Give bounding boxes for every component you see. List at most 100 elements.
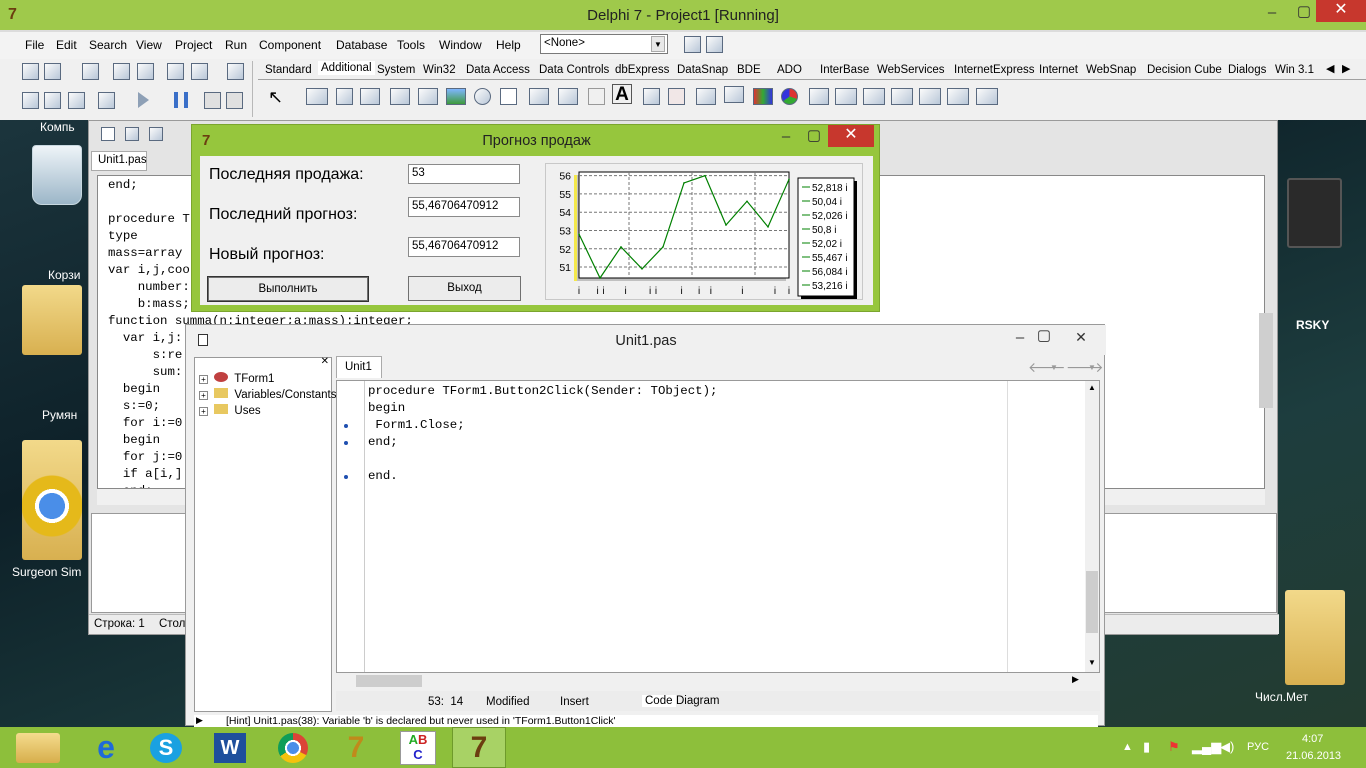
menu-window[interactable]: Window (439, 38, 482, 52)
palette-tab-data-access[interactable]: Data Access (466, 64, 530, 76)
scrollbox-icon[interactable] (529, 88, 549, 105)
minimize-button[interactable]: ‒ (1258, 4, 1286, 21)
form-close-button[interactable]: ✕ (828, 125, 874, 147)
skype-taskbar-icon[interactable]: S (150, 733, 182, 763)
palette-tab-win32[interactable]: Win32 (423, 64, 456, 76)
pause-icon[interactable] (174, 92, 188, 108)
last-sale-field[interactable]: 53 (408, 164, 520, 184)
menu-database[interactable]: Database (336, 38, 387, 52)
menu-project[interactable]: Project (175, 38, 212, 52)
colorbox-icon[interactable] (753, 88, 773, 105)
unit-tab[interactable]: Unit1 (336, 356, 382, 378)
unit-hscroll[interactable]: ▶ (336, 673, 1100, 689)
recycle-bin-icon[interactable] (32, 145, 82, 205)
bg-editor-vscroll[interactable] (1259, 313, 1273, 408)
tab-diagram[interactable]: Diagram (676, 695, 719, 707)
code-explorer-close-icon[interactable]: ✕ (321, 356, 329, 367)
tray-device-icon[interactable]: ▮ (1143, 739, 1150, 755)
maskedit-icon[interactable] (360, 88, 380, 105)
palette-tab-standard[interactable]: Standard (265, 64, 312, 76)
folder-icon-right[interactable] (1285, 590, 1345, 685)
tray-signal-icon[interactable]: ▂▄▆ (1192, 739, 1221, 755)
desktop-icon-kaspersky-label[interactable]: RSKY (1296, 318, 1329, 332)
close-button[interactable]: ✕ (1316, 0, 1366, 22)
actiontoolbar-icon[interactable] (863, 88, 885, 105)
palette-tab-interbase[interactable]: InterBase (820, 64, 869, 76)
run-icon[interactable] (138, 92, 149, 108)
xpcolormap-icon[interactable] (891, 88, 913, 105)
add-file-icon[interactable] (167, 63, 184, 80)
menu-tools[interactable]: Tools (397, 38, 425, 52)
word-taskbar-icon[interactable]: W (214, 733, 246, 763)
hint-message[interactable]: [Hint] Unit1.pas(38): Variable 'b' is de… (226, 715, 616, 727)
view-unit-icon[interactable] (22, 92, 39, 109)
palette-tab-dialogs[interactable]: Dialogs (1228, 64, 1266, 76)
hscroll-thumb[interactable] (356, 675, 422, 687)
expand-icon[interactable]: + (199, 407, 208, 416)
palette-tab-bde[interactable]: BDE (737, 64, 761, 76)
palette-tab-internetexpress[interactable]: InternetExpress (954, 64, 1035, 76)
palette-tab-datasnap[interactable]: DataSnap (677, 64, 728, 76)
maximize-button[interactable]: ▢ (1290, 2, 1318, 20)
tray-volume-icon[interactable]: ◀) (1220, 739, 1234, 755)
scroll-up-icon[interactable]: ▲ (1088, 383, 1096, 392)
unit-vscroll[interactable]: ▲ ▼ (1085, 381, 1099, 672)
palette-tab-ado[interactable]: ADO (777, 64, 802, 76)
tray-time[interactable]: 4:07 (1302, 733, 1323, 745)
new-forecast-field[interactable]: 55,46706470912 (408, 237, 520, 257)
desktop-icon-folder-label[interactable]: Румян (42, 408, 77, 422)
step-over-icon[interactable] (226, 92, 243, 109)
save-icon[interactable] (82, 63, 99, 80)
bitbtn-icon[interactable] (306, 88, 328, 105)
run-button[interactable]: Выполнить (207, 276, 369, 302)
palette-tab-internet[interactable]: Internet (1039, 64, 1078, 76)
new-file-icon[interactable] (101, 127, 115, 141)
menu-edit[interactable]: Edit (56, 38, 77, 52)
shape-icon[interactable] (474, 88, 491, 105)
unit-close-button[interactable]: ✕ (1058, 329, 1104, 346)
drawgrid-icon[interactable] (418, 88, 438, 105)
open-file-icon[interactable] (125, 127, 139, 141)
actionmanager-icon[interactable] (809, 88, 829, 105)
scroll-down-icon[interactable]: ▼ (1088, 658, 1096, 667)
save-all-icon[interactable] (113, 63, 130, 80)
customizedlg-icon[interactable] (976, 88, 998, 105)
unit-code-editor[interactable]: procedure TForm1.Button2Click(Sender: TO… (336, 380, 1100, 673)
message-expand-icon[interactable]: ▶ (196, 715, 203, 726)
exit-button[interactable]: Выход (408, 276, 521, 301)
open-icon[interactable] (44, 63, 61, 80)
help-icon[interactable] (227, 63, 244, 80)
bevel-icon[interactable] (500, 88, 517, 105)
desktop-icon-game-label[interactable]: Surgeon Sim (12, 565, 81, 579)
chart-icon[interactable] (781, 88, 798, 105)
set-debug-desktop-icon[interactable] (706, 36, 723, 53)
new-form-icon[interactable] (98, 92, 115, 109)
tree-item-variables[interactable]: + Variables/Constants (199, 388, 336, 401)
palette-tab-win31[interactable]: Win 3.1 (1275, 64, 1314, 76)
menu-help[interactable]: Help (496, 38, 521, 52)
form-maximize-button[interactable]: ▢ (800, 126, 828, 144)
nav-forward-icon[interactable]: 🡒 (1066, 359, 1104, 376)
nav-back-dropdown-icon[interactable]: ▼ (1050, 363, 1058, 372)
folder-icon[interactable] (22, 285, 82, 355)
scroll-thumb[interactable] (1086, 571, 1098, 633)
desktop-icon-numeth-label[interactable]: Числ.Мет (1255, 690, 1308, 704)
menu-file[interactable]: File (25, 38, 44, 52)
toggle-form-unit-icon[interactable] (68, 92, 85, 109)
palette-tab-data-controls[interactable]: Data Controls (539, 64, 609, 76)
remove-file-icon[interactable] (191, 63, 208, 80)
delphi-taskbar-icon[interactable]: 7 (338, 731, 374, 765)
image-icon[interactable] (446, 88, 466, 105)
applicationevents-icon[interactable] (668, 88, 685, 105)
palette-tab-websnap[interactable]: WebSnap (1086, 64, 1136, 76)
expand-icon[interactable]: + (199, 391, 208, 400)
tray-date[interactable]: 21.06.2013 (1286, 750, 1341, 762)
view-form-icon[interactable] (44, 92, 61, 109)
open-project-icon[interactable] (137, 63, 154, 80)
tree-item-tform1[interactable]: + TForm1 (199, 372, 274, 385)
controlbar-icon[interactable] (643, 88, 660, 105)
standardcolormap-icon[interactable] (919, 88, 941, 105)
tree-item-uses[interactable]: + Uses (199, 404, 261, 417)
checklistbox-icon[interactable] (558, 88, 578, 105)
form-minimize-button[interactable]: ‒ (772, 128, 800, 145)
